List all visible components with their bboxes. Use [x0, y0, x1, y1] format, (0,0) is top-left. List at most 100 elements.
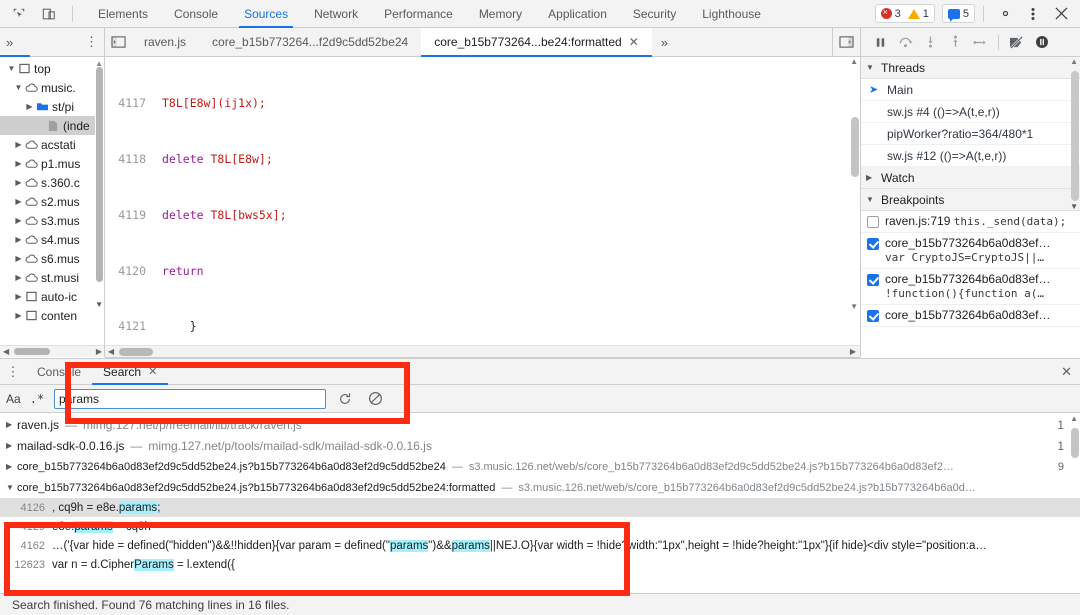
tree-node-s6mus[interactable]: ▶ s6.mus — [0, 249, 104, 268]
scrollbar-thumb[interactable] — [14, 348, 50, 355]
editor-vertical-scrollbar[interactable]: ▲ ▼ — [850, 57, 860, 327]
scroll-up-icon[interactable]: ▲ — [1070, 57, 1078, 66]
chevron-right-icon[interactable]: ▶ — [13, 292, 24, 301]
code-editor[interactable]: 4117T8L[E8w](ij1x); 4118delete T8L[E8w];… — [105, 57, 860, 357]
chevron-right-icon[interactable]: ▶ — [13, 178, 24, 187]
editor-horizontal-scrollbar[interactable]: ◀ ▶ — [105, 345, 860, 357]
breakpoint-item[interactable]: core_b15b773264b6a0d83ef… — [861, 305, 1080, 327]
debugger-sidebar-scrollbar[interactable]: ▲ ▼ — [1070, 57, 1080, 357]
tab-performance[interactable]: Performance — [371, 0, 466, 28]
tab-sources[interactable]: Sources — [231, 0, 301, 28]
tree-node-index[interactable]: (inde — [0, 116, 104, 135]
tree-node-autoic[interactable]: ▶ auto-ic — [0, 287, 104, 306]
tree-node-p1mus[interactable]: ▶ p1.mus — [0, 154, 104, 173]
thread-item[interactable]: sw.js #12 (()=>A(t,e,r)) — [861, 145, 1080, 167]
tab-application[interactable]: Application — [535, 0, 620, 28]
thread-item[interactable]: sw.js #4 (()=>A(t,e,r)) — [861, 101, 1080, 123]
drawer-close-icon[interactable]: ✕ — [1061, 364, 1072, 380]
chevron-right-icon[interactable]: ▶ — [13, 235, 24, 244]
chevron-right-icon[interactable]: ▶ — [24, 102, 35, 111]
chevron-right-icon[interactable]: ▶ — [13, 273, 24, 282]
code-line[interactable]: 4118delete T8L[E8w]; — [105, 150, 860, 169]
tab-network[interactable]: Network — [301, 0, 371, 28]
watch-section-header[interactable]: ▶ Watch — [861, 167, 1080, 189]
search-input[interactable] — [54, 389, 326, 409]
breakpoints-section-header[interactable]: ▼ Breakpoints — [861, 189, 1080, 211]
scrollbar-thumb[interactable] — [851, 117, 859, 177]
search-result-line[interactable]: 4162 …('{var hide = defined("hidden")&&!… — [0, 536, 1080, 555]
tree-node-s360c[interactable]: ▶ s.360.c — [0, 173, 104, 192]
search-result-line[interactable]: 4126 , cq9h = e8e.params; — [0, 498, 1080, 517]
tab-security[interactable]: Security — [620, 0, 689, 28]
step-icon[interactable] — [969, 30, 992, 54]
gear-icon[interactable] — [992, 2, 1018, 26]
tab-console[interactable]: Console — [161, 0, 231, 28]
show-debugger-sidebar-icon[interactable] — [832, 28, 860, 57]
step-into-icon[interactable] — [919, 30, 942, 54]
show-navigator-icon[interactable] — [105, 28, 131, 57]
scrollbar-thumb[interactable] — [119, 348, 153, 356]
breakpoint-item[interactable]: core_b15b773264b6a0d83ef… var CryptoJS=C… — [861, 233, 1080, 269]
threads-section-header[interactable]: ▼ Threads — [861, 57, 1080, 79]
breakpoint-item[interactable]: core_b15b773264b6a0d83ef… !function(){fu… — [861, 269, 1080, 305]
scroll-down-icon[interactable]: ▼ — [1070, 202, 1078, 211]
chevron-right-icon[interactable]: ▶ — [13, 140, 24, 149]
editor-tab-core-min[interactable]: core_b15b773264...f2d9c5dd52be24 — [199, 28, 421, 57]
breakpoint-checkbox[interactable] — [867, 238, 879, 250]
editor-tab-raven-js[interactable]: raven.js — [131, 28, 199, 57]
thread-item-main[interactable]: ➤ Main — [861, 79, 1080, 101]
close-icon[interactable]: ✕ — [629, 28, 639, 57]
chevron-right-icon[interactable]: ▶ — [6, 462, 17, 471]
scroll-down-icon[interactable]: ▼ — [850, 302, 858, 311]
scrollbar-thumb[interactable] — [96, 67, 103, 282]
search-result-line[interactable]: 12623 var n = d.CipherParams = l.extend(… — [0, 555, 1080, 574]
inspect-element-icon[interactable] — [6, 2, 32, 26]
refresh-icon[interactable] — [334, 389, 356, 409]
tree-node-acstatic[interactable]: ▶ acstati — [0, 135, 104, 154]
search-results-list[interactable]: ▶ raven.js — mimg.127.net/p/freemail/lib… — [0, 414, 1080, 593]
tab-elements[interactable]: Elements — [85, 0, 161, 28]
drawer-tab-console[interactable]: Console — [26, 359, 92, 385]
chevron-right-icon[interactable]: ▶ — [13, 197, 24, 206]
scroll-down-icon[interactable]: ▼ — [95, 300, 103, 309]
clear-icon[interactable] — [364, 389, 386, 409]
device-toolbar-icon[interactable] — [36, 2, 62, 26]
results-vertical-scrollbar[interactable]: ▲ — [1070, 414, 1080, 478]
thread-item[interactable]: pipWorker?ratio=364/480*1 — [861, 123, 1080, 145]
step-over-icon[interactable] — [894, 30, 917, 54]
navigator-overflow-icon[interactable]: » — [6, 35, 13, 50]
scroll-left-icon[interactable]: ◀ — [108, 347, 114, 356]
search-result-file[interactable]: ▶ mailad-sdk-0.0.16.js — mimg.127.net/p/… — [0, 435, 1080, 456]
search-result-file[interactable]: ▶ core_b15b773264b6a0d83ef2d9c5dd52be24.… — [0, 456, 1080, 477]
chevron-right-icon[interactable]: ▶ — [13, 159, 24, 168]
code-line[interactable]: 4117T8L[E8w](ij1x); — [105, 94, 860, 113]
search-result-file-expanded[interactable]: ▼ core_b15b773264b6a0d83ef2d9c5dd52be24.… — [0, 477, 1080, 498]
tree-node-top[interactable]: ▼ top — [0, 59, 104, 78]
scrollbar-thumb[interactable] — [1071, 428, 1079, 458]
navigator-vertical-scrollbar[interactable]: ▲ ▼ — [95, 59, 104, 323]
pause-resume-icon[interactable] — [869, 30, 892, 54]
issues-counter[interactable]: 3 1 — [875, 4, 935, 23]
deactivate-breakpoints-icon[interactable] — [1005, 30, 1028, 54]
search-result-file[interactable]: ▶ raven.js — mimg.127.net/p/freemail/lib… — [0, 414, 1080, 435]
match-case-toggle[interactable]: Aa — [6, 392, 20, 406]
code-line[interactable]: 4121 } — [105, 317, 860, 336]
tab-memory[interactable]: Memory — [466, 0, 535, 28]
pause-on-exceptions-icon[interactable] — [1030, 30, 1053, 54]
drawer-kebab-icon[interactable]: ⋮ — [0, 368, 26, 376]
navigator-kebab-icon[interactable]: ⋮ — [85, 38, 98, 46]
close-icon[interactable] — [1048, 2, 1074, 26]
chevron-right-icon[interactable]: ▶ — [13, 254, 24, 263]
chevron-right-icon[interactable]: ▶ — [13, 216, 24, 225]
tab-lighthouse[interactable]: Lighthouse — [689, 0, 774, 28]
close-icon[interactable]: ✕ — [148, 359, 157, 385]
breakpoint-checkbox[interactable] — [867, 274, 879, 286]
scrollbar-thumb[interactable] — [1071, 71, 1079, 201]
chevron-down-icon[interactable]: ▼ — [6, 483, 17, 492]
chevron-right-icon[interactable]: ▶ — [6, 420, 17, 429]
chevron-down-icon[interactable]: ▼ — [6, 64, 17, 73]
scroll-up-icon[interactable]: ▲ — [1070, 414, 1078, 423]
breakpoint-item[interactable]: raven.js:719 this._send(data); — [861, 211, 1080, 233]
scroll-right-icon[interactable]: ▶ — [96, 347, 105, 356]
kebab-menu-icon[interactable] — [1020, 2, 1046, 26]
